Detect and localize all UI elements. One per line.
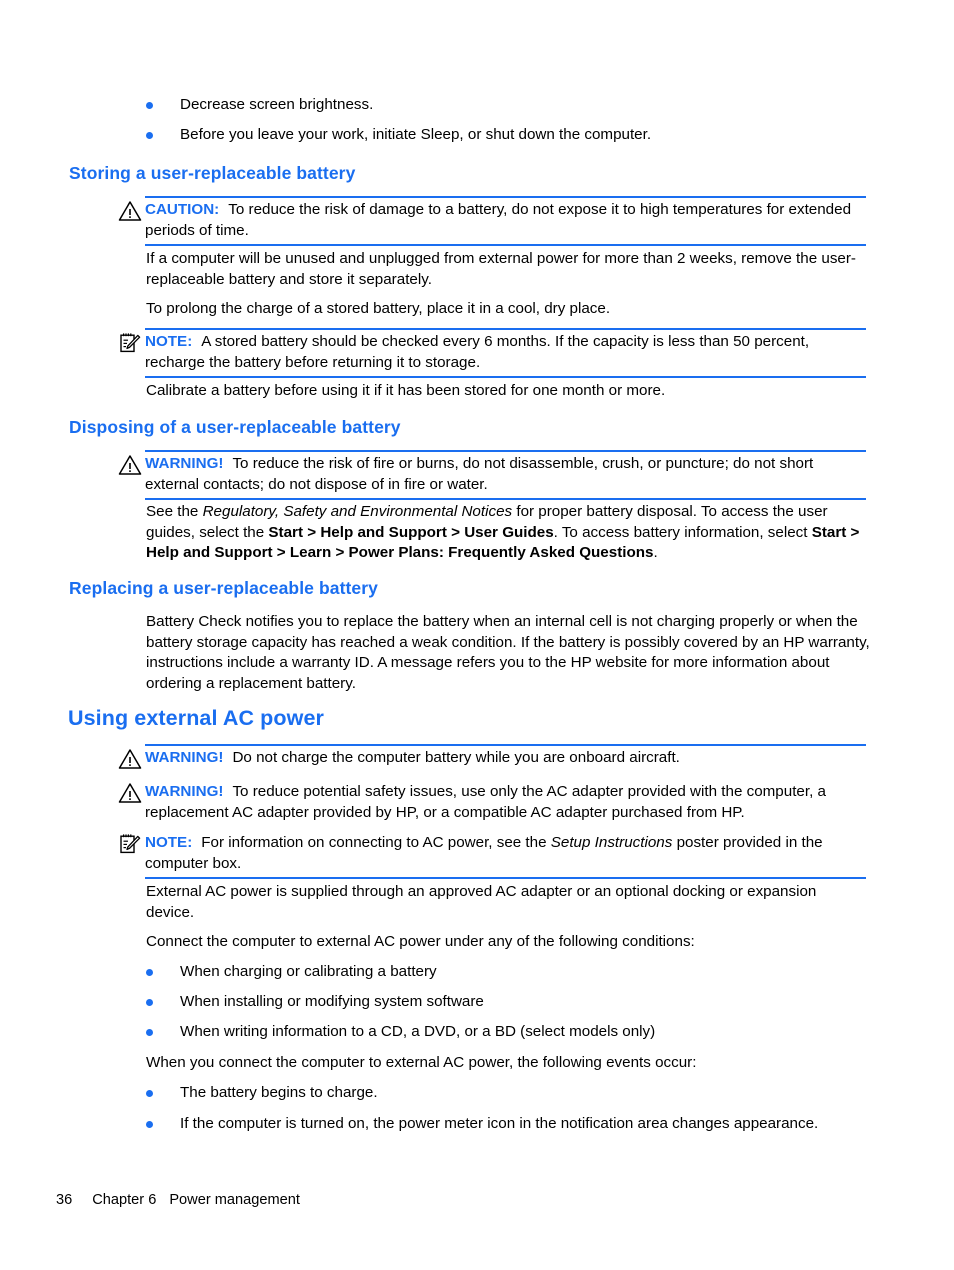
run-text: . To access battery information, select — [553, 523, 812, 541]
list-item-label: The battery begins to charge. — [180, 1084, 378, 1101]
admonition-rule-bottom — [145, 498, 866, 500]
list-item-label: If the computer is turned on, the power … — [180, 1115, 819, 1132]
note-text-italic: Setup Instructions — [550, 834, 673, 851]
list-item: The battery begins to charge. — [146, 1083, 886, 1104]
note-pad-pencil-icon — [118, 332, 142, 354]
note-pad-pencil-icon — [118, 833, 142, 855]
page-footer: 36 Chapter 6 Power management — [56, 1192, 300, 1208]
warning-text: To reduce potential safety issues, use o… — [145, 783, 826, 821]
list-item: Before you leave your work, initiate Sle… — [146, 125, 886, 146]
note-admonition-storing: NOTE: A stored battery should be checked … — [118, 328, 866, 378]
admonition-rule-bottom — [145, 244, 866, 246]
paragraph-ac-2: Connect the computer to external AC powe… — [146, 933, 695, 950]
heading-storing-battery: Storing a user-replaceable battery — [69, 163, 356, 183]
note-label: NOTE: — [145, 834, 193, 851]
list-item: When installing or modifying system soft… — [146, 992, 886, 1013]
list-item: When charging or calibrating a battery — [146, 962, 886, 983]
warning-label: WARNING! — [145, 455, 224, 472]
bullet-dot-icon — [146, 1121, 153, 1128]
paragraph-storing-3: Calibrate a battery before using it if i… — [146, 382, 666, 399]
note-admonition-setup: NOTE: For information on connecting to AC… — [118, 829, 866, 879]
caution-admonition: CAUTION: To reduce the risk of damage to … — [118, 196, 866, 246]
caution-label: CAUTION: — [145, 201, 220, 218]
caution-text: To reduce the risk of damage to a batter… — [145, 201, 852, 239]
footer-page-number: 36 — [56, 1192, 73, 1208]
warning-admonition-aircraft: WARNING! Do not charge the computer batte… — [118, 744, 866, 774]
paragraph-storing-2: To prolong the charge of a stored batter… — [146, 300, 611, 317]
note-text: A stored battery should be checked every… — [145, 333, 810, 371]
list-item-label: When installing or modifying system soft… — [180, 993, 484, 1010]
warning-triangle-icon — [118, 454, 142, 476]
warning-triangle-icon — [118, 748, 142, 770]
warning-text: To reduce the risk of fire or burns, do … — [145, 455, 814, 493]
list-item-label: When writing information to a CD, a DVD,… — [180, 1023, 656, 1040]
paragraph-ac-1: External AC power is supplied through an… — [146, 883, 817, 921]
run-italic: Regulatory, Safety and Environmental Not… — [202, 503, 513, 520]
run-bold: Start > Help and Support > User Guides — [268, 523, 554, 541]
bullet-dot-icon — [146, 132, 153, 139]
bullet-dot-icon — [146, 102, 153, 109]
admonition-rule-bottom — [145, 376, 866, 378]
heading-disposing-battery: Disposing of a user-replaceable battery — [69, 417, 401, 437]
admonition-rule-top — [145, 196, 866, 198]
warning-triangle-icon — [118, 200, 142, 222]
note-text-block: NOTE: For information on connecting to AC… — [145, 829, 866, 879]
caution-text-block: CAUTION: To reduce the risk of damage to … — [145, 196, 866, 246]
list-item: If the computer is turned on, the power … — [146, 1114, 906, 1135]
list-item-label: Before you leave your work, initiate Sle… — [180, 126, 652, 143]
bullet-dot-icon — [146, 1029, 153, 1036]
admonition-rule-bottom — [145, 877, 866, 879]
warning-admonition-adapter: WARNING! To reduce potential safety issue… — [118, 778, 866, 828]
run-text: . — [653, 544, 658, 561]
warning-text: Do not charge the computer battery while… — [232, 749, 680, 766]
admonition-rule-top — [145, 328, 866, 330]
footer-chapter: Chapter 6 — [92, 1192, 157, 1208]
warning-admonition-disposing: WARNING! To reduce the risk of fire or bu… — [118, 450, 866, 500]
list-item: Decrease screen brightness. — [146, 95, 886, 116]
paragraph-disposing-1: See the Regulatory, Safety and Environme… — [146, 502, 872, 564]
bullet-dot-icon — [146, 969, 153, 976]
bullet-dot-icon — [146, 999, 153, 1006]
warning-text-block: WARNING! To reduce the risk of fire or bu… — [145, 450, 866, 500]
list-item-label: Decrease screen brightness. — [180, 96, 374, 113]
note-label: NOTE: — [145, 333, 193, 350]
paragraph-storing-1: If a computer will be unused and unplugg… — [146, 250, 856, 288]
list-item: When writing information to a CD, a DVD,… — [146, 1022, 886, 1043]
admonition-rule-top — [145, 744, 866, 746]
note-text-block: NOTE: A stored battery should be checked … — [145, 328, 866, 378]
warning-triangle-icon — [118, 782, 142, 804]
footer-chapter-title: Power management — [169, 1192, 300, 1208]
paragraph-replacing-1: Battery Check notifies you to replace th… — [146, 613, 870, 692]
warning-label: WARNING! — [145, 749, 224, 766]
paragraph-ac-3: When you connect the computer to externa… — [146, 1054, 697, 1071]
note-text-before: For information on connecting to AC powe… — [201, 834, 551, 851]
list-item-label: When charging or calibrating a battery — [180, 963, 437, 980]
warning-text-block: WARNING! Do not charge the computer batte… — [145, 744, 866, 774]
bullet-dot-icon — [146, 1090, 153, 1097]
run-text: See the — [146, 503, 203, 520]
warning-label: WARNING! — [145, 783, 224, 800]
heading-using-external-ac-power: Using external AC power — [68, 706, 324, 730]
heading-replacing-battery: Replacing a user-replaceable battery — [69, 578, 379, 598]
warning-text-block: WARNING! To reduce potential safety issue… — [145, 778, 866, 828]
admonition-rule-top — [145, 450, 866, 452]
document-page: Decrease screen brightness. Before you l… — [0, 0, 954, 1270]
